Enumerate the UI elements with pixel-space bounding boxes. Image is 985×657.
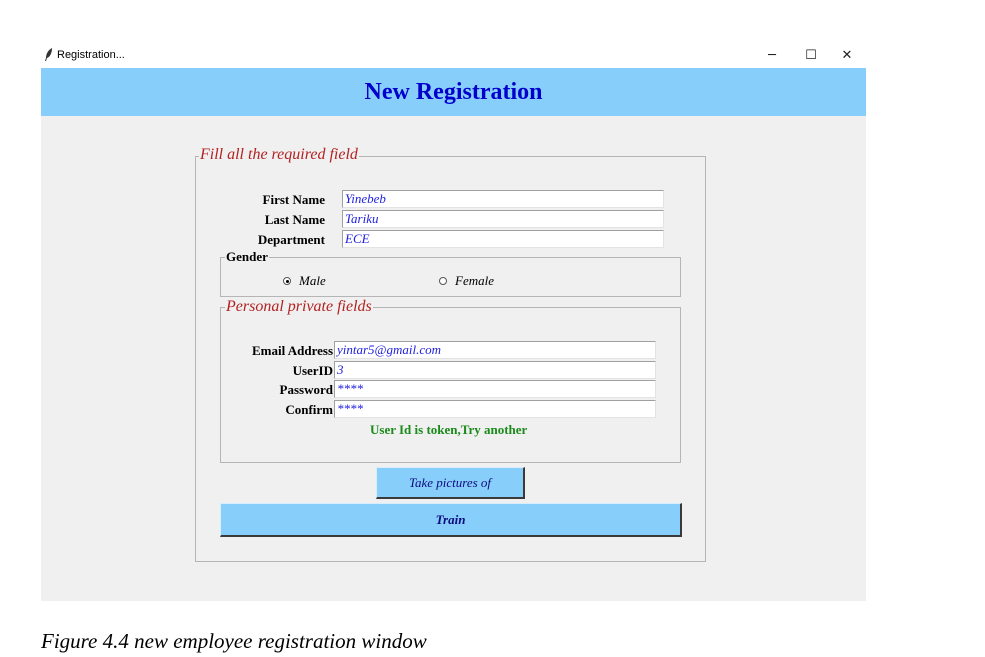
email-label: Email Address	[251, 343, 333, 358]
figure-caption: Figure 4.4 new employee registration win…	[41, 629, 427, 653]
required-fields-legend: Fill all the required field	[199, 146, 359, 163]
private-fields-legend: Personal private fields	[225, 298, 373, 315]
gender-legend: Gender	[225, 249, 269, 264]
radio-unselected-icon	[439, 277, 447, 285]
radio-selected-icon	[283, 277, 291, 285]
confirm-label: Confirm	[285, 402, 333, 417]
feather-icon	[45, 48, 52, 61]
gender-male-label: Male	[299, 273, 326, 288]
close-button[interactable]: ✕	[829, 44, 865, 66]
minimize-button[interactable]: ─	[754, 44, 790, 66]
password-field[interactable]: ****	[334, 380, 656, 398]
last-name-field[interactable]: Tariku	[342, 210, 664, 228]
gender-radio-male[interactable]: Male	[283, 273, 326, 289]
userid-error-message: User Id is token,Try another	[370, 422, 528, 437]
userid-label: UserID	[292, 363, 333, 378]
email-field[interactable]: yintar5@gmail.com	[334, 341, 656, 359]
first-name-field[interactable]: Yinebeb	[342, 190, 664, 208]
gender-female-label: Female	[455, 273, 494, 288]
department-label: Department	[257, 232, 325, 247]
page-title: New Registration	[364, 78, 543, 105]
first-name-label: First Name	[262, 192, 325, 207]
header-banner: New Registration	[41, 68, 866, 116]
train-button[interactable]: Train	[220, 503, 682, 537]
password-label: Password	[279, 382, 333, 397]
gender-radio-female[interactable]: Female	[439, 273, 494, 289]
maximize-button[interactable]: ☐	[793, 44, 829, 66]
department-field[interactable]: ECE	[342, 230, 664, 248]
take-pictures-button[interactable]: Take pictures of	[376, 467, 525, 499]
last-name-label: Last Name	[264, 212, 325, 227]
window-title: Registration...	[57, 49, 125, 61]
userid-field[interactable]: 3	[334, 361, 656, 379]
window-titlebar	[41, 44, 866, 68]
confirm-field[interactable]: ****	[334, 400, 656, 418]
